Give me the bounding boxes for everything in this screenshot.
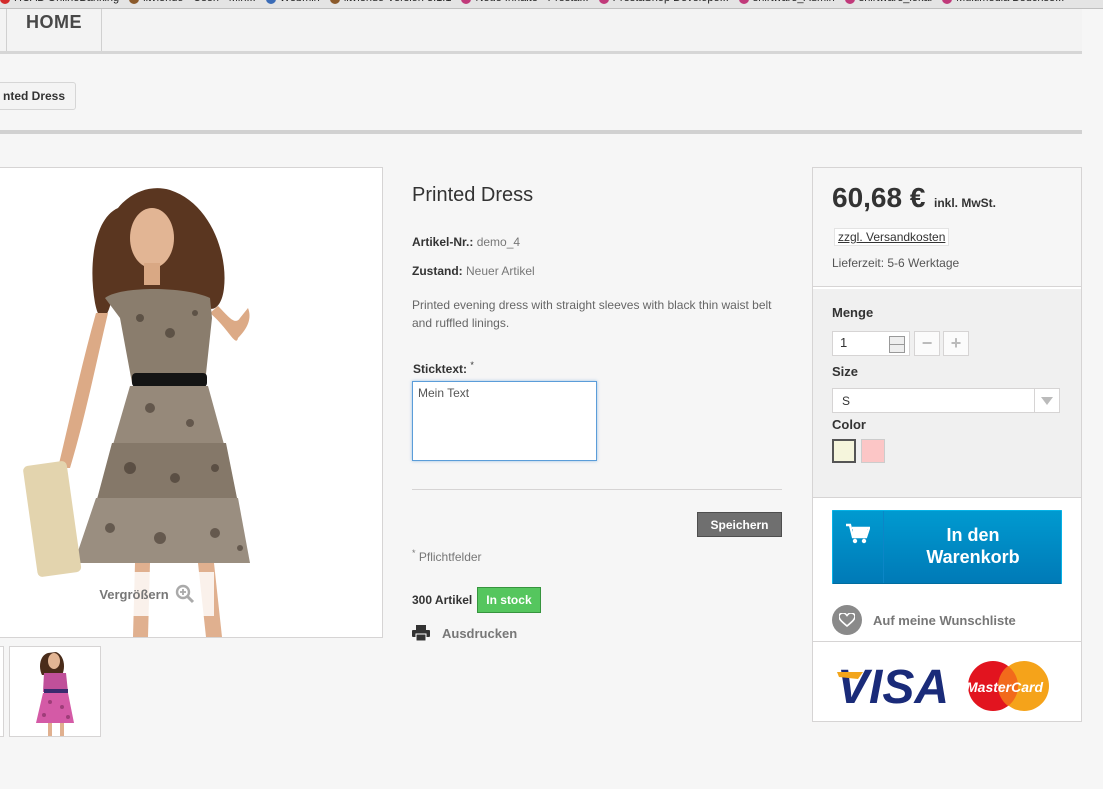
product-title: Printed Dress (412, 184, 534, 206)
color-swatch-pink[interactable] (861, 439, 885, 463)
quantity-plus-button[interactable]: + (943, 331, 969, 356)
plus-icon: + (950, 333, 962, 353)
bookmarks-row: HCAB OnlineBanking litviendo - Userl - Mi… (0, 0, 1064, 4)
bookmark-item[interactable]: HCAB OnlineBanking (0, 0, 119, 4)
stock-row: 300 Artikel In stock (412, 587, 541, 613)
bookmark-favicon-icon (329, 0, 340, 4)
bookmark-item[interactable]: PrestaShop Develope... (598, 0, 729, 4)
breadcrumb-current[interactable]: nted Dress (0, 82, 77, 110)
quantity-minus-button[interactable]: − (914, 331, 940, 356)
bookmark-item[interactable]: Multimedia Bedchse... (942, 0, 1064, 4)
heart-icon (832, 605, 862, 635)
bookmark-favicon-icon (461, 0, 472, 4)
nav-home-link[interactable]: HOME (6, 9, 102, 51)
bookmark-item[interactable]: Neue Inhalte - Presta... (461, 0, 589, 4)
bookmark-favicon-icon (942, 0, 953, 4)
condition-label: Zustand: (412, 264, 463, 278)
bookmark-item[interactable]: shirtware_lokal (844, 0, 932, 4)
payment-logos: VISA MasterCard (813, 641, 1081, 721)
bookmark-label: PrestaShop Develope... (613, 0, 729, 4)
cart-icon (833, 511, 884, 583)
minus-icon: − (921, 333, 933, 353)
thumbnail-previous[interactable] (0, 646, 4, 737)
bookmark-item[interactable]: litviendo Version 3.1.1 (329, 0, 452, 4)
bookmark-item[interactable]: Webmin (265, 0, 320, 4)
printer-icon (412, 625, 430, 641)
bookmark-label: Webmin (280, 0, 320, 4)
bookmark-favicon-icon (598, 0, 609, 4)
delivery-time: Lieferzeit: 5-6 Werktage (832, 256, 960, 270)
product-image-box[interactable]: Vergrößern (0, 167, 383, 638)
customization-textarea[interactable] (412, 381, 597, 461)
color-label: Color (832, 417, 866, 432)
save-button[interactable]: Speichern (697, 512, 782, 537)
product-condition: Zustand: Neuer Artikel (412, 264, 535, 278)
thumbnail-picture (36, 652, 74, 736)
chevron-down-icon (1034, 389, 1059, 412)
cart-label-line1: In den (946, 525, 1000, 545)
bookmark-item[interactable]: shirtware_Admin (738, 0, 835, 4)
required-fields-note: * Pflichtfelder (412, 548, 482, 564)
attributes-section: Menge 1 − + Size S Color (813, 289, 1081, 498)
bookmark-label: litviendo Version 3.1.1 (344, 0, 452, 4)
bookmark-label: shirtware_lokal (859, 0, 932, 4)
stock-status-badge: In stock (477, 587, 541, 613)
bookmark-label: HCAB OnlineBanking (14, 0, 119, 4)
bookmark-label: litviendo - Userl - Min... (143, 0, 255, 4)
main-nav: HOME (0, 9, 1082, 54)
bookmark-label: Multimedia Bedchse... (956, 0, 1064, 4)
zoom-button[interactable]: Vergrößern (80, 572, 214, 616)
tax-label: inkl. MwSt. (934, 196, 997, 210)
print-link[interactable]: Ausdrucken (412, 625, 517, 641)
cart-label-line2: Warenkorb (926, 547, 1020, 567)
color-swatch-beige[interactable] (832, 439, 856, 463)
customization-label: Sticktext: (413, 362, 468, 376)
bookmark-label: shirtware_Admin (753, 0, 835, 4)
required-note-text: Pflichtfelder (418, 550, 482, 564)
info-divider (412, 489, 782, 490)
product-description: Printed evening dress with straight slee… (412, 298, 772, 330)
quantity-value: 1 (840, 335, 848, 350)
reference-label: Artikel-Nr.: (412, 235, 474, 249)
size-label: Size (832, 364, 859, 379)
bookmark-label: Neue Inhalte - Presta... (475, 0, 588, 4)
bookmark-favicon-icon (844, 0, 855, 4)
add-to-cart-button[interactable]: In den Warenkorb (832, 510, 1062, 584)
bookmark-favicon-icon (265, 0, 276, 4)
quantity-label: Menge (832, 305, 874, 320)
shipping-cost-link[interactable]: zzgl. Versandkosten (834, 228, 950, 246)
buy-box: 60,68 € inkl. MwSt. zzgl. Versandkosten … (812, 167, 1082, 722)
customization-label-wrap: Sticktext: * (413, 360, 474, 376)
bookmark-favicon-icon (738, 0, 749, 4)
add-to-cart-label: In den Warenkorb (885, 524, 1061, 568)
product-price: 60,68 € (832, 182, 926, 213)
product-reference: Artikel-Nr.: demo_4 (412, 235, 520, 249)
mastercard-logo: MasterCard (966, 679, 1043, 695)
thumbnail-image[interactable] (9, 646, 101, 737)
print-label: Ausdrucken (442, 625, 518, 641)
bookmarks-bar: HCAB OnlineBanking litviendo - Userl - Mi… (0, 0, 1103, 9)
condition-value: Neuer Artikel (466, 264, 535, 278)
bookmark-favicon-icon (0, 0, 10, 4)
wishlist-label: Auf meine Wunschliste (873, 612, 1016, 628)
required-mark: * (470, 360, 474, 370)
stock-count: 300 Artikel (412, 593, 473, 607)
bookmark-item[interactable]: litviendo - Userl - Min... (129, 0, 256, 4)
payment-cards-image: VISA MasterCard (837, 661, 1049, 714)
quantity-input[interactable]: 1 (832, 331, 910, 356)
required-note-mark: * (412, 548, 416, 558)
size-value: S (842, 394, 851, 408)
breadcrumb-divider (0, 130, 1082, 134)
zoom-label: Vergrößern (99, 586, 169, 602)
quantity-spinner-icon[interactable] (889, 336, 905, 353)
price-section: 60,68 € inkl. MwSt. zzgl. Versandkosten … (813, 168, 1081, 287)
bookmark-favicon-icon (129, 0, 140, 4)
wishlist-link[interactable]: Auf meine Wunschliste (832, 605, 1016, 635)
visa-logo: VISA (837, 661, 949, 714)
size-select[interactable]: S (832, 388, 1060, 413)
zoom-in-icon (175, 584, 194, 604)
reference-value: demo_4 (476, 235, 521, 249)
product-image (23, 188, 250, 637)
